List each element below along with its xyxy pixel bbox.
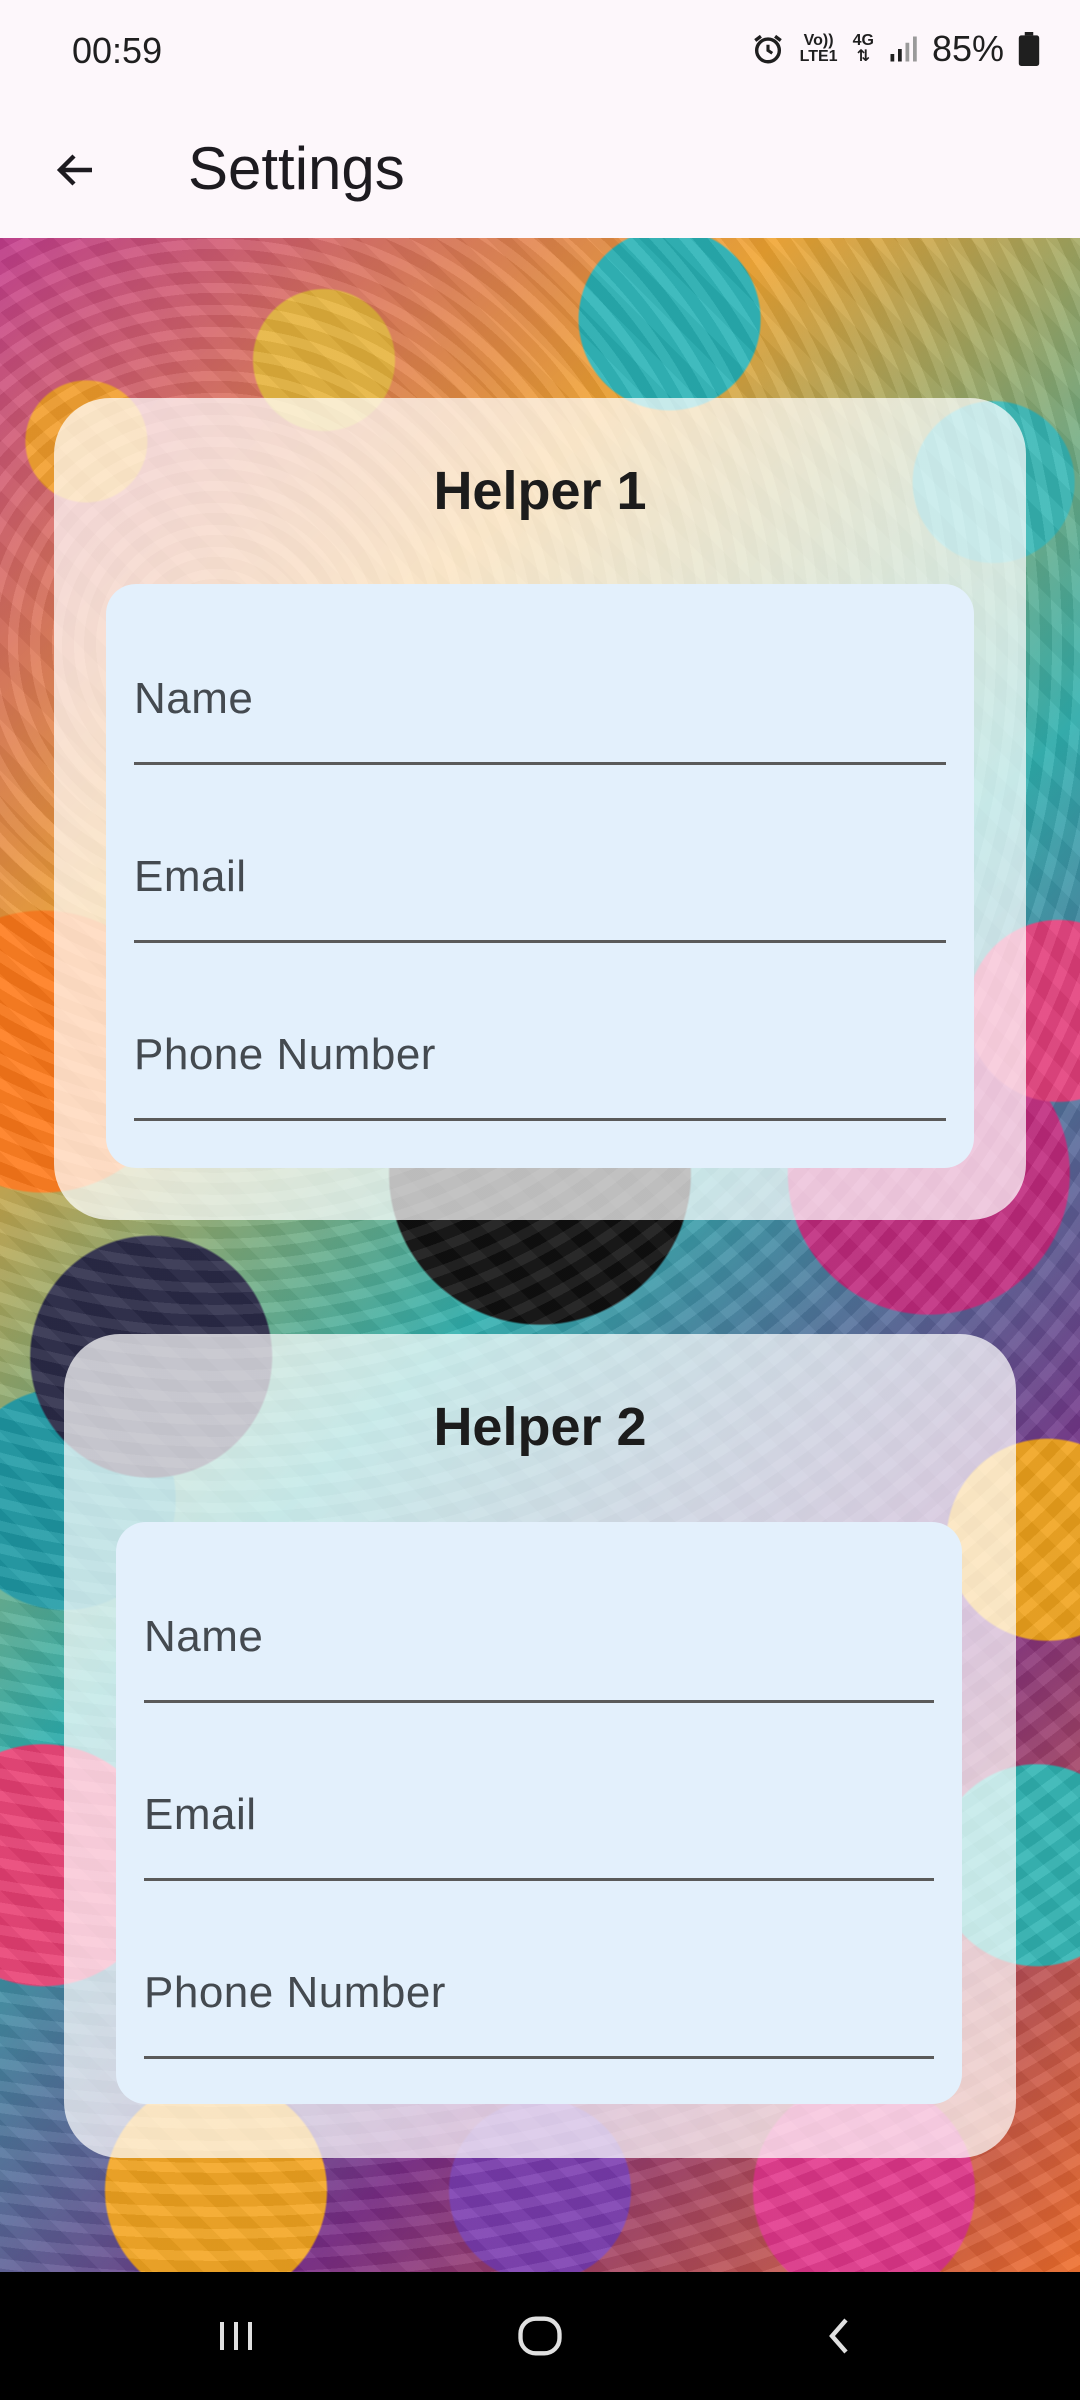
recent-apps-icon (220, 2322, 252, 2350)
phone-number-field[interactable]: Phone Number (134, 940, 946, 1121)
phone-number-field-label: Phone Number (144, 1968, 446, 2017)
status-bar: 00:59 Vo)) LTE1 4G ⇅ 85% (0, 0, 1080, 104)
data-arrows-icon: ⇅ (856, 48, 870, 65)
battery-percent: 85% (931, 28, 1004, 69)
phone-number-field-label: Phone Number (134, 1030, 436, 1079)
email-field-label: Email (144, 1790, 257, 1839)
helper-card-1: Helper 1 Name Email Phone Number (54, 398, 1026, 1220)
helper-card-2: Helper 2 Name Email Phone Number (64, 1334, 1016, 2158)
name-field-label: Name (144, 1612, 264, 1661)
recent-apps-button[interactable] (196, 2296, 276, 2376)
arrow-left-icon (56, 154, 92, 186)
name-field[interactable]: Name (134, 584, 946, 765)
network-type-label: 4G (852, 32, 874, 49)
email-field[interactable]: Email (134, 762, 946, 943)
helper-form: Name Email Phone Number (106, 584, 974, 1168)
phone-number-field[interactable]: Phone Number (144, 1878, 934, 2059)
helper-title: Helper 1 (433, 461, 647, 521)
email-field-label: Email (134, 852, 247, 901)
home-button[interactable] (500, 2296, 580, 2376)
status-icons: Vo)) LTE1 4G ⇅ 85% (751, 28, 1040, 70)
name-field[interactable]: Name (144, 1522, 934, 1703)
email-field[interactable]: Email (144, 1700, 934, 1881)
name-field-label: Name (134, 674, 254, 723)
volte-icon: Vo)) LTE1 (799, 32, 838, 65)
4g-icon: 4G ⇅ (853, 33, 874, 65)
battery-icon (1018, 32, 1040, 66)
back-nav-button[interactable] (800, 2296, 880, 2376)
home-icon (518, 2316, 562, 2356)
helper-form: Name Email Phone Number (116, 1522, 962, 2104)
page-title: Settings (188, 135, 405, 202)
alarm-icon (751, 32, 785, 66)
signal-icon (888, 34, 918, 64)
app-bar: Settings (0, 104, 1080, 238)
back-button[interactable] (40, 134, 112, 206)
back-nav-icon (829, 2318, 848, 2354)
helper-title: Helper 2 (433, 1397, 647, 1457)
system-nav-bar (0, 2272, 1080, 2400)
status-time: 00:59 (72, 30, 163, 71)
